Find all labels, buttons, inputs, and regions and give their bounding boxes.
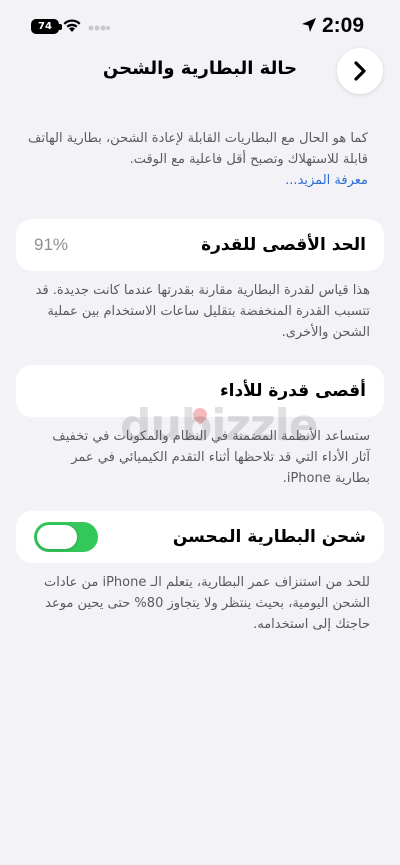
max-capacity-row: 91% الحد الأقصى للقدرة	[16, 219, 384, 271]
peak-performance-note: ستساعد الأنظمة المضمنة في النظام والمكون…	[52, 429, 370, 486]
cellular-signal-icon	[88, 25, 110, 31]
chevron-right-icon	[354, 61, 366, 81]
learn-more-link[interactable]: معرفة المزيد...	[285, 173, 368, 188]
status-time: 2:09	[322, 14, 365, 37]
optimized-charging-note: للحد من استنزاف عمر البطارية، يتعلم الـ …	[43, 575, 370, 632]
wifi-icon	[63, 19, 81, 32]
optimized-charging-label: شحن البطارية المحسن	[172, 527, 366, 547]
peak-performance-label: أقصى قدرة للأداء	[219, 381, 366, 401]
max-capacity-value: 91%	[34, 235, 69, 254]
intro-text-block: كما هو الحال مع البطاريات القابلة لإعادة…	[28, 128, 368, 191]
intro-description: كما هو الحال مع البطاريات القابلة لإعادة…	[28, 131, 368, 167]
max-capacity-label: الحد الأقصى للقدرة	[201, 235, 366, 255]
status-bar: 74 2:09	[0, 0, 400, 52]
toggle-knob	[37, 525, 77, 549]
location-arrow-icon	[302, 18, 316, 32]
optimized-charging-toggle[interactable]	[34, 522, 98, 552]
optimized-charging-row: شحن البطارية المحسن	[16, 511, 384, 563]
max-capacity-note: هذا قياس لقدرة البطارية مقارنة بقدرتها ع…	[35, 283, 370, 340]
battery-indicator: 74	[31, 19, 59, 34]
back-button[interactable]	[337, 48, 383, 94]
